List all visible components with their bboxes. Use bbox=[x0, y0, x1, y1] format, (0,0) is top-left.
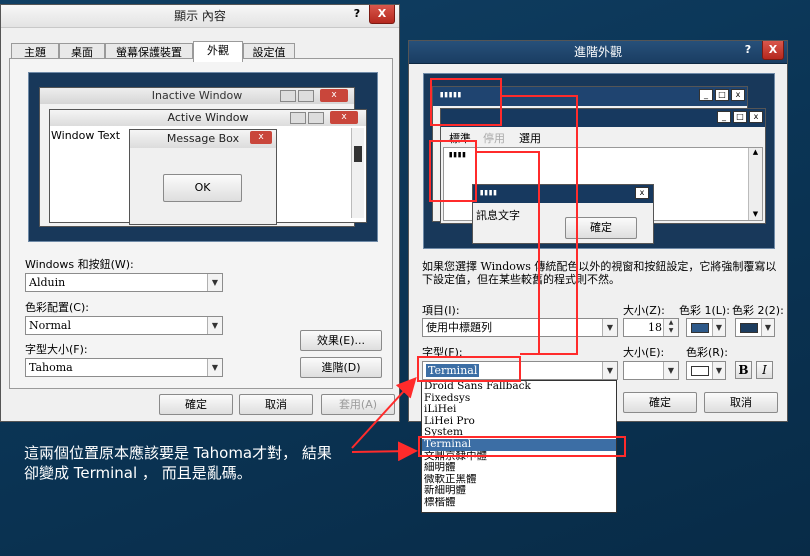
tab-appearance[interactable]: 外觀 bbox=[193, 41, 243, 62]
annotation-text: 這兩個位置原本應該要是 Tahoma才對， 結果 卻變成 Terminal ， … bbox=[24, 443, 332, 483]
annotation-line-1: 這兩個位置原本應該要是 Tahoma才對， 結果 bbox=[24, 444, 332, 462]
arrow-to-font-list bbox=[351, 441, 418, 462]
annotation-line-2: 卻變成 Terminal ， 而且是亂碼。 bbox=[24, 464, 252, 482]
arrow-to-font-field bbox=[351, 377, 417, 449]
